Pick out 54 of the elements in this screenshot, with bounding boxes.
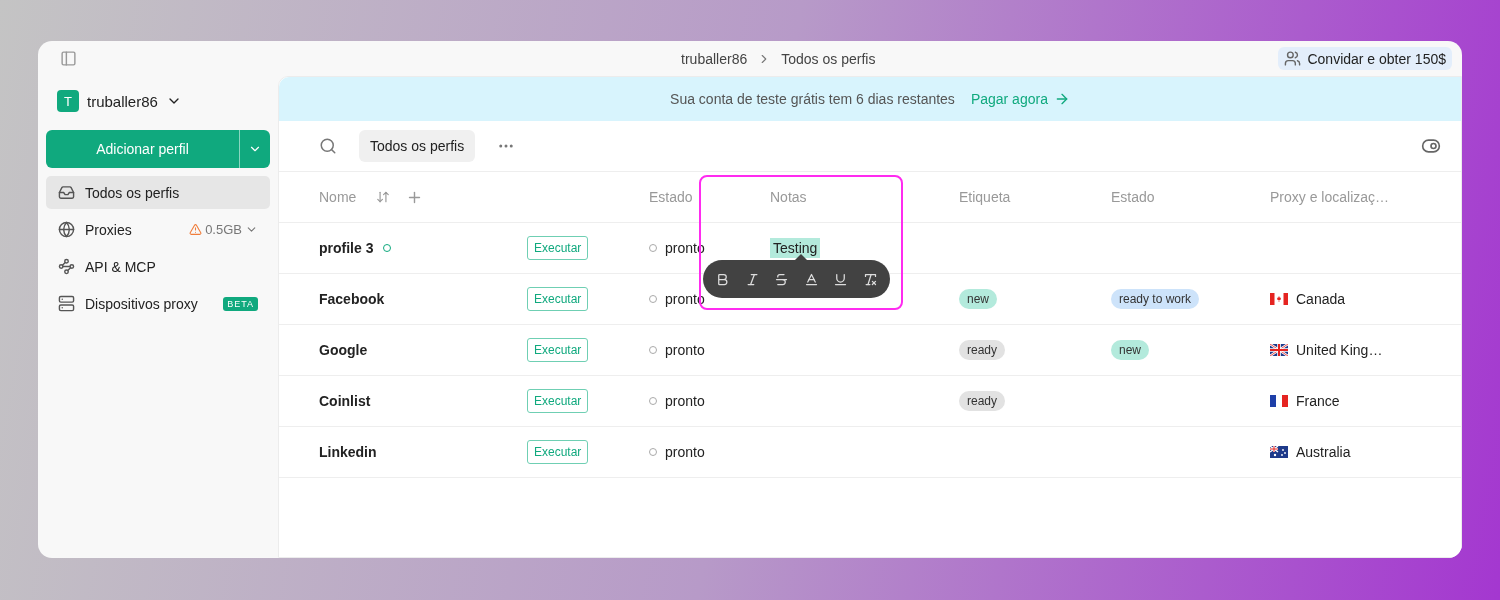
sidebar-toggle-icon[interactable]	[60, 50, 77, 67]
workspace-avatar: T	[57, 90, 79, 112]
sidebar-item-label: Todos os perfis	[85, 184, 180, 201]
people-icon	[1284, 50, 1302, 67]
proxy-location: United King…	[1296, 342, 1383, 358]
tag-chip: new	[959, 289, 997, 309]
workspace-name[interactable]: truballer86	[87, 92, 158, 110]
flag-icon	[1270, 446, 1288, 458]
server-icon	[58, 295, 75, 312]
sidebar-item[interactable]: Proxies 0.5GB	[46, 213, 270, 246]
filter-chip[interactable]: Todos os perfis	[359, 130, 476, 162]
usage-amount: 0.5GB	[205, 222, 242, 237]
globe-icon	[58, 221, 75, 238]
warning-icon	[189, 223, 203, 236]
state-chip: new	[1111, 340, 1149, 360]
tag-chip: ready	[959, 391, 1006, 411]
sort-icon[interactable]	[376, 190, 391, 204]
note-text[interactable]: Testing	[770, 238, 821, 258]
flag-icon	[1270, 395, 1288, 407]
sidebar-item-label: Proxies	[85, 221, 132, 238]
status-text: pronto	[665, 342, 705, 358]
proxy-location: Canada	[1296, 291, 1346, 307]
inbox-icon	[58, 184, 75, 201]
underline-icon	[833, 271, 849, 287]
banner-text: Sua conta de teste grátis tem 6 dias restantes	[670, 91, 955, 107]
state-chip: ready to work	[1111, 289, 1200, 309]
sidebar-item[interactable]: API & MCP	[46, 250, 270, 283]
sidebar-item-label: API & MCP	[85, 258, 156, 275]
sidebar-item[interactable]: Todos os perfis	[46, 176, 270, 209]
search-icon[interactable]	[319, 137, 337, 155]
sidebar-item-label: Dispositivos proxy	[85, 295, 198, 312]
breadcrumb-item[interactable]: Todos os perfis	[781, 50, 876, 67]
proxy-location: France	[1296, 393, 1340, 409]
breadcrumb-item[interactable]: truballer86	[681, 50, 748, 67]
status-text: pronto	[665, 393, 705, 409]
toggles-icon[interactable]	[1421, 136, 1441, 156]
profile-name[interactable]: Google	[319, 342, 368, 358]
italic-icon	[744, 271, 760, 287]
sidebar-item[interactable]: Dispositivos proxy BETA	[46, 287, 270, 320]
flag-icon	[1270, 344, 1288, 356]
text-highlight-icon	[803, 271, 819, 287]
profile-name[interactable]: Facebook	[319, 291, 385, 307]
strikethrough-icon	[774, 271, 790, 287]
profile-name[interactable]: profile 3	[319, 240, 374, 256]
invite-button[interactable]: Convidar e obter 150$	[1278, 47, 1452, 70]
nodes-icon	[58, 258, 75, 275]
beta-badge: BETA	[223, 296, 258, 311]
profile-name[interactable]: Coinlist	[319, 393, 371, 409]
clear-format-icon	[862, 271, 878, 287]
proxy-location: Australia	[1296, 444, 1351, 460]
status-text: pronto	[665, 444, 705, 460]
profile-name[interactable]: Linkedin	[319, 444, 377, 460]
flag-icon	[1270, 293, 1288, 305]
tag-chip: ready	[959, 340, 1006, 360]
